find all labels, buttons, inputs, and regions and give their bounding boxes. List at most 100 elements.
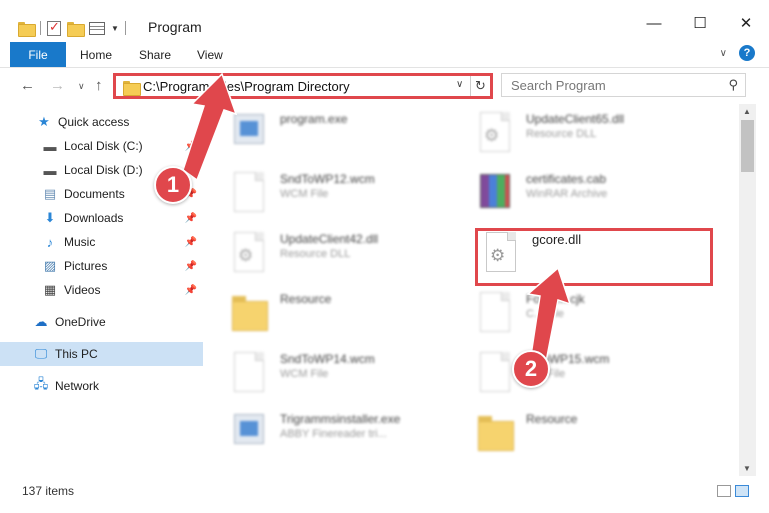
list-item[interactable]: Resource — [476, 412, 706, 464]
file-type: WCM File — [280, 188, 329, 200]
tab-file[interactable]: File — [10, 42, 66, 67]
ribbon-tabs: File Home Share View ∨ ? — [0, 42, 769, 68]
file-name: Resource — [280, 292, 332, 306]
file-name: Trigrammsinstaller.exe — [280, 412, 401, 426]
pictures-icon: ▨ — [43, 258, 57, 273]
dll-icon: ⚙ — [230, 232, 270, 276]
list-item[interactable]: certificates.cab WinRAR Archive — [476, 172, 706, 224]
drive-icon: ▬ — [43, 138, 57, 154]
sidebar-item-label: OneDrive — [55, 315, 106, 329]
pin-icon: 📌 — [184, 212, 197, 224]
file-type: ABBY Finereader tri... — [280, 428, 387, 440]
list-item[interactable]: SndToWP14.wcm WCM File — [230, 352, 460, 404]
view-buttons — [717, 485, 749, 497]
file-type: Resource DLL — [280, 248, 351, 260]
tab-home[interactable]: Home — [80, 48, 112, 62]
list-item[interactable]: Fo...em.cjk C... File — [476, 292, 706, 344]
sidebar-item-label: Documents — [64, 187, 125, 201]
star-icon: ★ — [38, 114, 50, 129]
scroll-up-icon[interactable]: ▲ — [743, 107, 751, 116]
up-arrow-icon[interactable]: ↑ — [95, 77, 103, 94]
vertical-scrollbar[interactable]: ▲ ▼ — [739, 104, 756, 476]
address-path[interactable]: C:\Program Files\Program Directory — [143, 79, 350, 94]
quick-access-toolbar: ▼ — [18, 17, 126, 39]
recent-locations-icon[interactable]: ∨ — [78, 81, 85, 92]
sidebar-item-network[interactable]: 🖧 Network — [0, 374, 203, 398]
scroll-down-icon[interactable]: ▼ — [743, 464, 751, 473]
file-list: program.exe ⚙ UpdateClient65.dll Resourc… — [206, 104, 739, 476]
address-row: ← → ∨ ↑ C:\Program Files\Program Directo… — [0, 68, 769, 104]
file-name: program.exe — [280, 112, 348, 126]
window-controls: — ☐ ✕ — [631, 6, 769, 40]
sidebar-item-pictures[interactable]: ▨ Pictures 📌 — [0, 254, 203, 278]
tab-view[interactable]: View — [197, 48, 223, 62]
cloud-icon: ☁ — [34, 314, 48, 329]
search-icon[interactable]: ⚲ — [728, 77, 738, 93]
music-icon: ♪ — [46, 234, 54, 250]
documents-icon: ▤ — [43, 186, 57, 201]
search-input[interactable]: Search Program ⚲ — [501, 73, 746, 97]
details-view-icon[interactable] — [717, 485, 731, 497]
back-arrow-icon[interactable]: ← — [20, 77, 35, 94]
file-type: WinRAR Archive — [526, 188, 608, 200]
refresh-icon[interactable]: ↻ — [470, 76, 490, 96]
expand-ribbon-icon[interactable]: ∨ — [720, 48, 727, 59]
search-placeholder: Search Program — [511, 78, 606, 93]
list-item[interactable]: program.exe — [230, 112, 460, 164]
forward-arrow-icon[interactable]: → — [50, 77, 65, 94]
dll-icon: ⚙ — [476, 112, 516, 156]
window-title: Program — [148, 19, 202, 35]
sidebar-item-music[interactable]: ♪ Music 📌 — [0, 230, 203, 254]
exe-icon — [230, 412, 270, 456]
drive-icon: ▬ — [43, 162, 57, 178]
large-icons-view-icon[interactable] — [735, 485, 749, 497]
close-button[interactable]: ✕ — [723, 6, 769, 40]
list-item[interactable]: ⚙ UpdateClient42.dll Resource DLL — [230, 232, 460, 284]
folder-icon[interactable] — [18, 21, 36, 37]
properties-check-icon[interactable] — [47, 19, 61, 36]
file-name: UpdateClient65.dll — [526, 112, 625, 126]
sidebar-item-label: Pictures — [64, 259, 108, 273]
sidebar-item-downloads[interactable]: ⬇ Downloads 📌 — [0, 206, 203, 230]
sidebar-item-label: Music — [64, 235, 96, 249]
list-item[interactable]: Trigrammsinstaller.exe ABBY Finereader t… — [230, 412, 460, 464]
archive-icon — [476, 172, 516, 216]
list-item[interactable]: ...ToWP15.wcm ...M File — [476, 352, 706, 404]
sidebar-item-videos[interactable]: ▦ Videos 📌 — [0, 278, 203, 302]
sidebar-item-local-disk-c[interactable]: ▬ Local Disk (C:) 📌 — [0, 134, 203, 158]
help-icon[interactable]: ? — [739, 45, 755, 61]
document-icon — [230, 352, 270, 396]
document-icon — [476, 352, 516, 396]
address-bar[interactable]: C:\Program Files\Program Directory ∨ ↻ — [113, 73, 493, 99]
folder-icon — [123, 81, 141, 96]
list-item[interactable]: Resource — [230, 292, 460, 344]
customize-toolbar-dropdown-icon[interactable]: ▼ — [111, 24, 119, 33]
file-name: UpdateClient42.dll — [280, 232, 379, 246]
list-item[interactable]: ⚙ UpdateClient65.dll Resource DLL — [476, 112, 706, 164]
sidebar-item-quick-access[interactable]: ★ Quick access — [0, 110, 203, 134]
file-type: WCM File — [280, 368, 329, 380]
scrollbar-thumb[interactable] — [741, 120, 754, 172]
download-icon: ⬇ — [44, 210, 56, 225]
new-folder-icon[interactable] — [67, 21, 85, 37]
minimize-button[interactable]: — — [631, 6, 677, 40]
document-icon — [230, 172, 270, 216]
sidebar-item-label: Videos — [64, 283, 101, 297]
step-2-badge: 2 — [512, 350, 550, 388]
tab-share[interactable]: Share — [139, 48, 171, 62]
sidebar-item-onedrive[interactable]: ☁ OneDrive — [0, 310, 203, 334]
sidebar-item-label: Local Disk (C:) — [64, 139, 143, 153]
computer-icon: 🖵 — [34, 346, 48, 361]
file-name: Fo...em.cjk — [526, 292, 585, 306]
gcore-highlight-box — [475, 228, 713, 286]
folder-icon — [230, 292, 270, 336]
address-dropdown-icon[interactable]: ∨ — [456, 79, 463, 90]
network-icon: 🖧 — [33, 376, 49, 391]
sidebar-item-label: This PC — [55, 347, 98, 361]
properties-icon[interactable] — [89, 21, 105, 35]
file-name: certificates.cab — [526, 172, 607, 186]
maximize-button[interactable]: ☐ — [677, 6, 723, 40]
sidebar-item-this-pc[interactable]: 🖵 This PC — [0, 342, 203, 366]
list-item[interactable]: SndToWP12.wcm WCM File — [230, 172, 460, 224]
title-bar: ▼ Program — ☐ ✕ — [0, 0, 769, 42]
